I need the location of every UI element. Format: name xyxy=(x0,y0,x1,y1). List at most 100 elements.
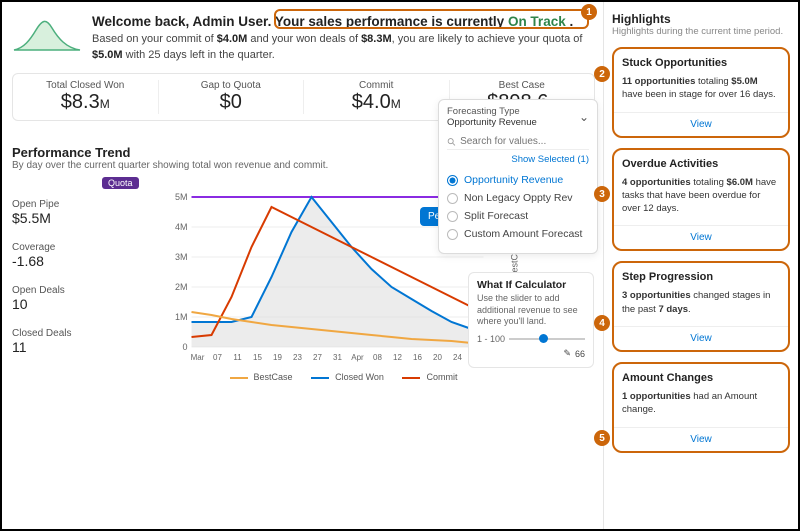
xtick: 20 xyxy=(433,353,442,362)
card-text: . xyxy=(688,304,691,315)
card-title: Overdue Activities xyxy=(622,158,780,170)
ytick: 5M xyxy=(175,192,188,202)
view-link[interactable]: View xyxy=(614,427,788,451)
metric-unit: M xyxy=(100,97,110,111)
card-title: Stuck Opportunities xyxy=(622,57,780,69)
card-bold: 3 opportunities xyxy=(622,290,691,301)
welcome-sub-1: Based on your commit of $4.0M and your w… xyxy=(92,32,582,48)
metric-closed-won: Total Closed Won $8.3M xyxy=(13,80,159,114)
forecast-option-split[interactable]: Split Forecast xyxy=(447,207,589,225)
callout-outline-1 xyxy=(274,9,589,29)
stat-closed-deals-label: Closed Deals xyxy=(12,328,86,339)
option-label: Opportunity Revenue xyxy=(464,174,563,186)
show-selected-link[interactable]: Show Selected (1) xyxy=(447,154,589,165)
legend-commit: Commit xyxy=(426,372,457,382)
stat-open-deals-value: 10 xyxy=(12,296,86,312)
welcome-sub-2: $5.0M with 25 days left in the quarter. xyxy=(92,48,582,64)
xtick: 31 xyxy=(333,353,342,362)
forecast-type-value: Opportunity Revenue xyxy=(447,117,537,128)
annotation-5: 5 xyxy=(594,430,610,446)
metric-value: $4.0 xyxy=(352,91,391,113)
pencil-icon[interactable]: ✎ xyxy=(563,348,571,359)
xtick: 27 xyxy=(313,353,322,362)
sub-won: $8.3M xyxy=(361,33,392,45)
sub-commit: $4.0M xyxy=(217,33,248,45)
ytick: 3M xyxy=(175,252,188,262)
xtick: 19 xyxy=(273,353,282,362)
view-link[interactable]: View xyxy=(614,326,788,350)
annotation-1: 1 xyxy=(581,4,597,20)
sub1b: and your won deals of xyxy=(247,33,361,45)
sub2b: with 25 days left in the quarter. xyxy=(123,49,275,61)
sub1c: , you are likely to achieve your quota o… xyxy=(392,33,583,45)
welcome-header: Welcome back, Admin User. Your sales per… xyxy=(12,12,595,63)
card-text: totaling xyxy=(695,76,731,87)
card-amount-changes: Amount Changes 1 opportunities had an Am… xyxy=(612,362,790,453)
stat-open-pipe-value: $5.5M xyxy=(12,210,86,226)
forecast-search-input[interactable] xyxy=(460,136,589,147)
annotation-3: 3 xyxy=(594,186,610,202)
view-link[interactable]: View xyxy=(614,112,788,136)
trend-stats: Open Pipe$5.5M Coverage-1.68 Open Deals1… xyxy=(12,177,86,377)
card-title: Step Progression xyxy=(622,271,780,283)
card-bold: 7 days xyxy=(658,304,688,315)
metric-value: $0 xyxy=(220,91,242,113)
option-label: Split Forecast xyxy=(464,210,528,222)
search-icon xyxy=(447,137,456,147)
chart-legend: BestCase Closed Won Commit xyxy=(92,372,595,382)
legend-closedwon: Closed Won xyxy=(335,372,384,382)
ytick: 4M xyxy=(175,222,188,232)
xtick: Apr xyxy=(351,353,364,362)
metric-label: Best Case xyxy=(454,80,591,91)
card-text: have been in stage for over 16 days. xyxy=(622,89,776,100)
highlights-sub: Highlights during the current time perio… xyxy=(612,26,790,37)
chevron-down-icon[interactable]: ⌄ xyxy=(579,110,589,124)
xtick: 08 xyxy=(373,353,382,362)
card-bold: $5.0M xyxy=(731,76,757,87)
card-step-progression: Step Progression 3 opportunities changed… xyxy=(612,261,790,352)
stat-open-pipe-label: Open Pipe xyxy=(12,199,86,210)
card-bold: 4 opportunities xyxy=(622,177,691,188)
xtick: 11 xyxy=(233,353,242,362)
card-title: Amount Changes xyxy=(622,372,780,384)
whatif-slider[interactable] xyxy=(509,334,585,344)
stat-coverage-label: Coverage xyxy=(12,242,86,253)
whatif-range-label: 1 - 100 xyxy=(477,334,505,344)
view-link[interactable]: View xyxy=(614,225,788,249)
xtick: 15 xyxy=(253,353,262,362)
metric-unit: M xyxy=(391,97,401,111)
forecast-type-panel[interactable]: Forecasting Type Opportunity Revenue ⌄ S… xyxy=(438,99,598,254)
forecast-option-custom-amount[interactable]: Custom Amount Forecast xyxy=(447,225,589,243)
metric-label: Total Closed Won xyxy=(17,80,154,91)
whatif-desc: Use the slider to add additional revenue… xyxy=(477,293,585,328)
forecast-type-label: Forecasting Type xyxy=(447,106,537,117)
card-text: totaling xyxy=(691,177,727,188)
highlights-title: Highlights xyxy=(612,12,790,26)
metric-value: $8.3 xyxy=(61,91,100,113)
forecast-option-opportunity-revenue[interactable]: Opportunity Revenue xyxy=(447,171,589,189)
sub-quota: $5.0M xyxy=(92,49,123,61)
xtick: Mar xyxy=(191,353,205,362)
xtick: 07 xyxy=(213,353,222,362)
metric-gap-quota: Gap to Quota $0 xyxy=(159,80,305,114)
metric-label: Gap to Quota xyxy=(163,80,300,91)
card-bold: $6.0M xyxy=(727,177,753,188)
stat-coverage-value: -1.68 xyxy=(12,253,86,269)
xtick: 12 xyxy=(393,353,402,362)
annotation-4: 4 xyxy=(594,315,610,331)
welcome-greeting: Welcome back, Admin User xyxy=(92,14,268,29)
stat-open-deals-label: Open Deals xyxy=(12,285,86,296)
xtick: 24 xyxy=(453,353,462,362)
xtick: 16 xyxy=(413,353,422,362)
whatif-value: 66 xyxy=(575,349,585,359)
ytick: 0 xyxy=(182,342,187,352)
forecast-option-non-legacy[interactable]: Non Legacy Oppty Rev xyxy=(447,189,589,207)
card-bold: 1 opportunities xyxy=(622,391,691,402)
sparkline-icon xyxy=(12,12,82,54)
option-label: Non Legacy Oppty Rev xyxy=(464,192,573,204)
whatif-title: What If Calculator xyxy=(477,279,585,291)
sub1a: Based on your commit of xyxy=(92,33,217,45)
ytick: 1M xyxy=(175,312,188,322)
option-label: Custom Amount Forecast xyxy=(464,228,582,240)
annotation-2: 2 xyxy=(594,66,610,82)
